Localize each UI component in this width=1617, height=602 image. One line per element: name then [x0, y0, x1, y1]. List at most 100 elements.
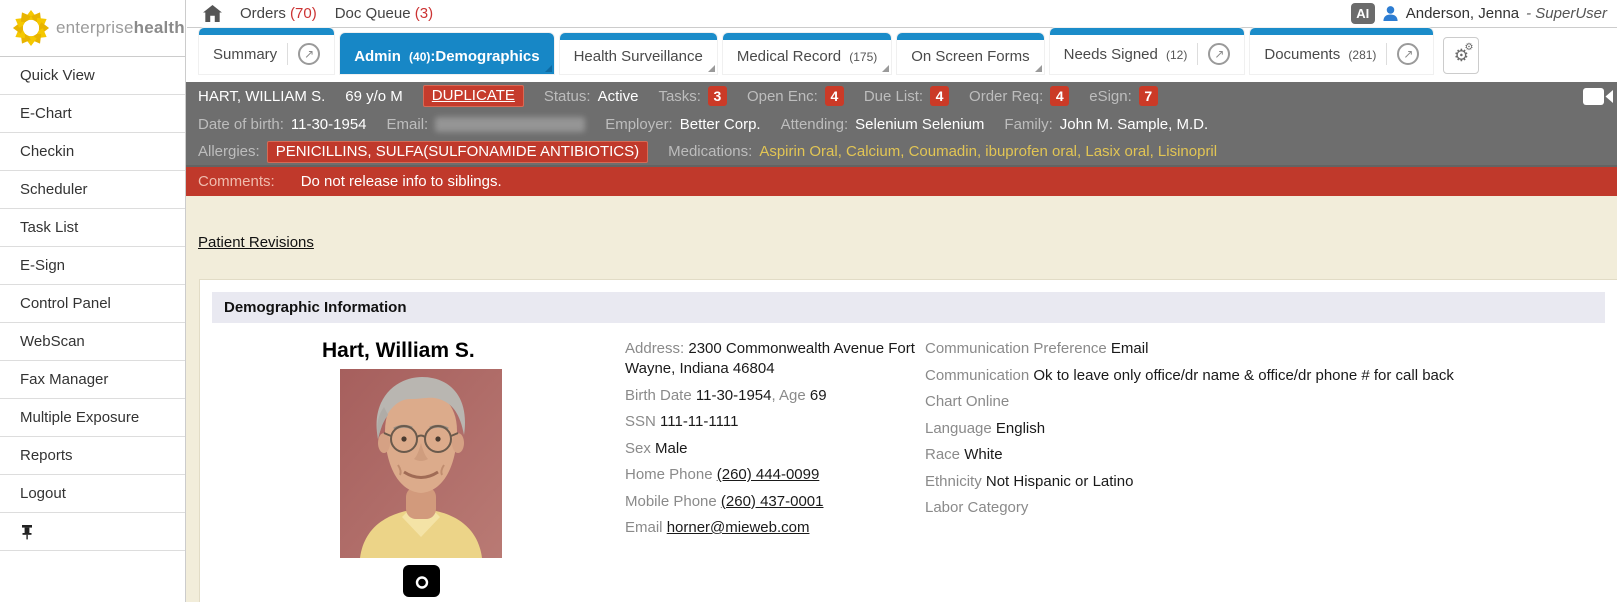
app-logo[interactable]: enterprisehealth	[0, 0, 186, 57]
top-nav: Orders (70) Doc Queue (3) AI Anderson, J…	[187, 0, 1617, 28]
video-call-icon[interactable]	[1583, 87, 1613, 106]
detail-row: Labor Category	[925, 498, 1617, 518]
sidebar-item-checkin[interactable]: Checkin	[0, 133, 185, 171]
detail-label: , Age	[772, 387, 810, 404]
detail-row: Language English	[925, 419, 1617, 439]
documents-popout-button[interactable]: ↗	[1386, 43, 1419, 65]
detail-row: Home Phone (260) 444-0099	[625, 465, 925, 485]
open-enc-counter[interactable]: Open Enc: 4	[747, 86, 844, 106]
tab-settings-button[interactable]: ⚙ ⚙	[1443, 37, 1479, 74]
detail-label: Communication Preference	[925, 340, 1111, 357]
detail-row: Mobile Phone (260) 437-0001	[625, 492, 925, 512]
detail-value: 11-30-1954	[696, 387, 772, 404]
summary-popout-button[interactable]: ↗	[287, 43, 320, 65]
detail-value: Male	[655, 440, 688, 457]
allergies-field: Allergies: PENICILLINS, SULFA(SULFONAMID…	[198, 141, 648, 163]
sidebar-item-logout[interactable]: Logout	[0, 475, 185, 513]
tab-dropdown-notch	[708, 65, 715, 72]
detail-label: Birth Date	[625, 387, 696, 404]
sidebar-item-multiple-exposure[interactable]: Multiple Exposure	[0, 399, 185, 437]
medication-link[interactable]: Coumadin	[909, 143, 977, 160]
detail-link[interactable]: horner@mieweb.com	[667, 519, 810, 536]
ai-badge[interactable]: AI	[1351, 3, 1375, 24]
detail-row: Communication Preference Email	[925, 339, 1617, 359]
sidebar-item-task-list[interactable]: Task List	[0, 209, 185, 247]
tab-label: Admin (40):Demographics	[354, 48, 539, 65]
medication-link[interactable]: Calcium	[846, 143, 900, 160]
sidebar-item-webscan[interactable]: WebScan	[0, 323, 185, 361]
home-icon[interactable]	[203, 5, 222, 22]
sidebar-item-control-panel[interactable]: Control Panel	[0, 285, 185, 323]
tab-label: Needs Signed (12)	[1064, 46, 1188, 63]
update-photo-button[interactable]	[403, 565, 440, 597]
tab-on-screen-forms[interactable]: On Screen Forms	[897, 33, 1043, 74]
patient-banner: HART, WILLIAM S. 69 y/o M DUPLICATE Stat…	[186, 82, 1617, 196]
detail-value: 69	[810, 387, 827, 404]
detail-label: Race	[925, 446, 964, 463]
email-field: Email:	[387, 116, 586, 133]
detail-label: Ethnicity	[925, 473, 986, 490]
patient-revisions-link[interactable]: Patient Revisions	[198, 234, 314, 251]
medication-link[interactable]: Lasix oral	[1085, 143, 1149, 160]
popout-arrow-icon: ↗	[1403, 47, 1413, 61]
main-content: Patient Revisions Demographic Informatio…	[186, 196, 1617, 602]
details-column-right: Communication Preference EmailCommunicat…	[925, 339, 1617, 597]
detail-label: SSN	[625, 413, 660, 430]
detail-row: Address: 2300 Commonwealth Avenue Fort W…	[625, 339, 925, 379]
detail-row: Ethnicity Not Hispanic or Latino	[925, 472, 1617, 492]
popout-arrow-icon: ↗	[1214, 47, 1224, 61]
detail-value: Ok to leave only office/dr name & office…	[1033, 367, 1454, 384]
detail-row: Race White	[925, 445, 1617, 465]
doc-queue-count: (3)	[415, 5, 433, 22]
tab-admin-demographics[interactable]: Admin (40):Demographics	[340, 33, 553, 74]
detail-row: Birth Date 11-30-1954, Age 69	[625, 386, 925, 406]
patient-photo[interactable]	[340, 369, 502, 558]
tasks-counter[interactable]: Tasks: 3	[658, 86, 727, 106]
tab-documents[interactable]: Documents (281) ↗	[1250, 28, 1433, 74]
tab-dropdown-notch	[882, 65, 889, 72]
sidebar-item-reports[interactable]: Reports	[0, 437, 185, 475]
logo-text: enterprisehealth	[56, 18, 185, 38]
user-menu[interactable]: AI Anderson, Jenna - SuperUser	[1351, 3, 1607, 24]
tab-needs-signed[interactable]: Needs Signed (12) ↗	[1050, 28, 1245, 74]
tab-health-surveillance[interactable]: Health Surveillance	[560, 33, 717, 74]
sidebar-pin-toggle[interactable]	[0, 513, 185, 551]
nav-doc-queue[interactable]: Doc Queue (3)	[335, 5, 433, 22]
email-redacted-blur	[435, 117, 585, 132]
medication-link[interactable]: Lisinopril	[1158, 143, 1217, 160]
sidebar-item-quick-view[interactable]: Quick View	[0, 57, 185, 95]
order-req-badge: 4	[1050, 86, 1069, 106]
detail-row: SSN 111-11-1111	[625, 412, 925, 432]
nav-orders[interactable]: Orders (70)	[240, 5, 317, 22]
sidebar-item-fax-manager[interactable]: Fax Manager	[0, 361, 185, 399]
dob-field: Date of birth: 11-30-1954	[198, 116, 367, 133]
detail-link[interactable]: (260) 437-0001	[721, 493, 824, 510]
medication-link[interactable]: ibuprofen oral	[985, 143, 1077, 160]
esign-counter[interactable]: eSign: 7	[1089, 86, 1158, 106]
sidebar-item-e-chart[interactable]: E-Chart	[0, 95, 185, 133]
section-title: Demographic Information	[224, 299, 407, 316]
sidebar-item-scheduler[interactable]: Scheduler	[0, 171, 185, 209]
medication-link[interactable]: Aspirin Oral	[759, 143, 837, 160]
sidebar-item-e-sign[interactable]: E-Sign	[0, 247, 185, 285]
user-icon	[1382, 5, 1399, 22]
tab-medical-record[interactable]: Medical Record (175)	[723, 33, 891, 74]
detail-label: Home Phone	[625, 466, 717, 483]
order-req-counter[interactable]: Order Req: 4	[969, 86, 1069, 106]
tab-summary[interactable]: Summary ↗	[199, 28, 334, 74]
tab-label: Health Surveillance	[574, 48, 703, 65]
detail-link[interactable]: (260) 444-0099	[717, 466, 820, 483]
family-provider-field: Family: John M. Sample, M.D.	[1004, 116, 1208, 133]
due-list-badge: 4	[930, 86, 949, 106]
duplicate-flag[interactable]: DUPLICATE	[423, 85, 524, 107]
detail-label: Chart Online	[925, 393, 1009, 410]
detail-value: Not Hispanic or Latino	[986, 473, 1134, 490]
photo-column: Hart, William S.	[320, 339, 625, 597]
medications-list: Aspirin Oral, Calcium, Coumadin, ibuprof…	[759, 143, 1217, 160]
allergies-alert[interactable]: PENICILLINS, SULFA(SULFONAMIDE ANTIBIOTI…	[267, 141, 648, 163]
tab-dropdown-notch	[1035, 65, 1042, 72]
comments-label: Comments:	[198, 173, 275, 190]
needs-signed-popout-button[interactable]: ↗	[1197, 43, 1230, 65]
due-list-counter[interactable]: Due List: 4	[864, 86, 949, 106]
attending-field: Attending: Selenium Selenium	[781, 116, 985, 133]
